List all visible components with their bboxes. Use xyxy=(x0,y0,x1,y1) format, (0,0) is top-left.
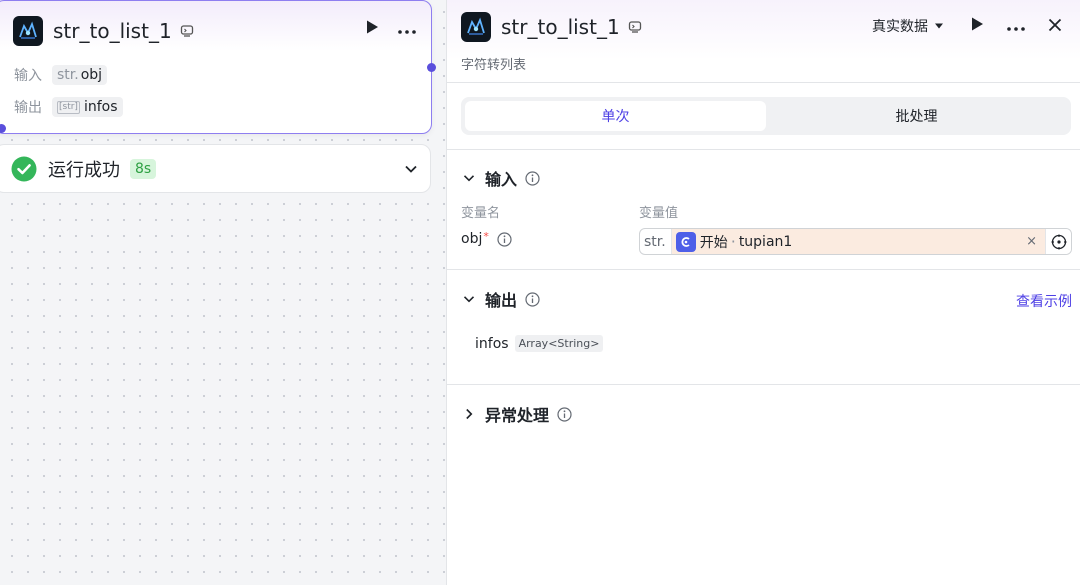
input-section-title: 输入 xyxy=(485,170,518,189)
node-input-row: 输入 str. obj xyxy=(14,65,108,85)
data-mode-select[interactable]: 真实数据 xyxy=(872,16,944,36)
panel-title: str_to_list_1 xyxy=(501,15,620,39)
app-icon xyxy=(13,16,43,46)
play-icon[interactable] xyxy=(365,19,379,39)
output-section-title: 输出 xyxy=(485,291,518,310)
error-section-header[interactable]: 异常处理 xyxy=(463,402,572,426)
tab-batch[interactable]: 批处理 xyxy=(766,101,1067,131)
info-icon[interactable] xyxy=(557,406,572,422)
divider xyxy=(447,82,1080,83)
node-output-row: 输出 [str] infos xyxy=(14,97,123,117)
input-var-name: obj * xyxy=(461,229,512,247)
node-actions xyxy=(365,19,417,39)
divider xyxy=(447,269,1080,270)
more-icon[interactable] xyxy=(1006,17,1026,36)
output-type-badge: Array<String> xyxy=(514,335,604,352)
ref-var-name: tupian1 xyxy=(738,233,793,250)
ref-node-name: 开始 xyxy=(699,234,728,251)
chevron-right-icon xyxy=(463,408,475,420)
col-label-value: 变量值 xyxy=(639,206,679,221)
chevron-down-icon xyxy=(463,293,475,305)
data-mode-label: 真实数据 xyxy=(872,19,928,35)
panel-subtitle: 字符转列表 xyxy=(461,58,527,73)
output-port[interactable] xyxy=(427,63,436,72)
preview-icon[interactable] xyxy=(628,20,642,34)
run-status-card[interactable]: 运行成功 8s xyxy=(0,144,431,193)
caret-down-icon xyxy=(934,18,944,34)
col-label-name: 变量名 xyxy=(461,206,501,221)
panel-actions: 真实数据 xyxy=(872,16,1062,36)
output-section-header[interactable]: 输出 xyxy=(463,287,540,311)
output-var-row: infos Array<String> xyxy=(475,335,604,352)
divider xyxy=(447,384,1080,385)
run-mode-tabs: 单次 批处理 xyxy=(461,97,1071,135)
preview-icon[interactable] xyxy=(180,24,194,38)
node-card-str-to-list[interactable]: str_to_list_1 输入 str. obj 输出 [str] infos xyxy=(0,0,432,134)
info-icon[interactable] xyxy=(525,291,540,307)
var-name-text: obj xyxy=(461,231,483,247)
output-var-name: infos xyxy=(475,335,509,352)
view-example-link[interactable]: 查看示例 xyxy=(1016,291,1072,311)
node-header: str_to_list_1 xyxy=(13,15,194,47)
info-icon[interactable] xyxy=(525,170,540,186)
input-param-chip: str. obj xyxy=(52,65,108,85)
ref-value-tag[interactable]: 开始 · tupian1 × xyxy=(671,229,1045,254)
output-label: 输出 xyxy=(14,100,42,116)
panel-header: str_to_list_1 xyxy=(461,12,642,42)
node-detail-panel: str_to_list_1 真实数据 字符转列表 单次 批处理 输入 变量名 变… xyxy=(446,0,1080,585)
more-icon[interactable] xyxy=(397,20,417,39)
clear-icon[interactable]: × xyxy=(1026,234,1037,249)
close-icon[interactable] xyxy=(1048,17,1062,36)
status-text: 运行成功 xyxy=(48,159,120,181)
chevron-down-icon[interactable] xyxy=(404,161,418,180)
target-icon[interactable] xyxy=(1045,229,1071,254)
info-icon[interactable] xyxy=(497,231,512,247)
input-section-header[interactable]: 输入 xyxy=(463,166,540,190)
output-name: infos xyxy=(83,99,118,115)
input-type: str. xyxy=(57,67,79,83)
error-section-title: 异常处理 xyxy=(485,406,550,425)
divider xyxy=(447,149,1080,150)
play-icon[interactable] xyxy=(970,16,984,36)
duration-badge: 8s xyxy=(130,158,157,179)
array-type-icon: [str] xyxy=(57,100,80,114)
ref-separator: · xyxy=(730,232,736,251)
check-circle-icon xyxy=(11,156,37,182)
ref-type-label: str. xyxy=(640,229,672,254)
app-icon xyxy=(461,12,491,42)
tab-single[interactable]: 单次 xyxy=(465,101,766,131)
required-mark: * xyxy=(483,229,489,243)
input-label: 输入 xyxy=(14,68,42,84)
input-name: obj xyxy=(80,67,103,83)
output-param-chip: [str] infos xyxy=(52,97,123,117)
start-node-icon xyxy=(675,231,696,252)
workflow-canvas[interactable]: str_to_list_1 输入 str. obj 输出 [str] infos… xyxy=(0,0,446,585)
chevron-down-icon xyxy=(463,172,475,184)
node-title: str_to_list_1 xyxy=(53,19,172,43)
variable-reference-field[interactable]: str. 开始 · tupian1 × xyxy=(639,228,1072,255)
